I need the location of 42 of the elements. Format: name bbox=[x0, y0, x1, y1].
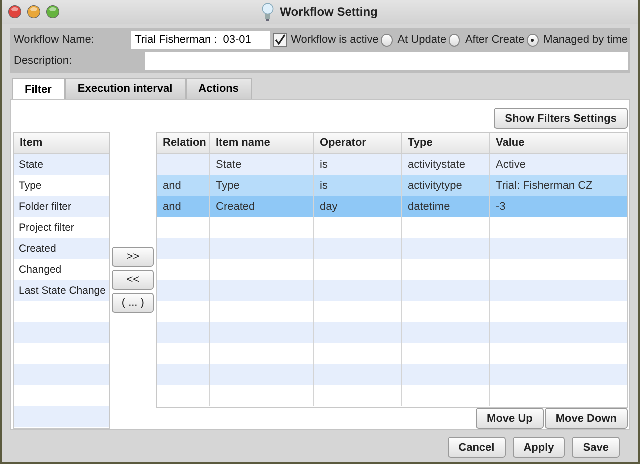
dialog-button[interactable]: Cancel bbox=[448, 437, 506, 458]
dialog-button[interactable]: Apply bbox=[512, 437, 566, 458]
workflow-name-label: Workflow Name: bbox=[14, 34, 96, 46]
window-title: Workflow Setting bbox=[280, 5, 378, 19]
column-header: Relation bbox=[157, 133, 210, 154]
active-label: Workflow is active bbox=[291, 34, 379, 46]
column-header: Item name bbox=[210, 133, 314, 154]
mode-label: After Create bbox=[465, 34, 525, 46]
transfer-button[interactable]: << bbox=[112, 270, 154, 290]
table-cell-text: Active bbox=[495, 158, 527, 172]
table-cell-text: Trial: Fisherman CZ bbox=[495, 178, 594, 194]
mode-label: Managed by time bbox=[544, 34, 628, 46]
move-button[interactable]: Move Down bbox=[544, 408, 628, 429]
tab[interactable]: Filter bbox=[12, 78, 65, 100]
list-item[interactable]: Created bbox=[14, 238, 110, 259]
transfer-button[interactable]: >> bbox=[112, 247, 154, 267]
transfer-button[interactable]: ( ... ) bbox=[112, 293, 154, 313]
table-cell-text: -3 bbox=[495, 200, 507, 214]
column-header: Value bbox=[490, 133, 627, 154]
column-header: Type bbox=[402, 133, 490, 154]
tab[interactable]: Execution interval bbox=[64, 78, 186, 99]
zoom-icon[interactable] bbox=[46, 5, 60, 19]
mode-radio[interactable] bbox=[448, 34, 460, 46]
list-item[interactable]: Folder filter bbox=[14, 196, 110, 217]
column-header: Item bbox=[14, 133, 110, 154]
dialog-button[interactable]: Save bbox=[572, 437, 620, 458]
description-field[interactable] bbox=[145, 52, 628, 70]
list-item[interactable]: State bbox=[14, 154, 110, 175]
column-header: Operator bbox=[314, 133, 402, 154]
workflow-name-field[interactable]: Trial Fisherman : 03-01 bbox=[131, 31, 270, 49]
mode-radio[interactable] bbox=[380, 34, 393, 46]
close-icon[interactable] bbox=[8, 5, 22, 19]
list-item[interactable]: Last State Change bbox=[14, 280, 110, 301]
light-bulb-icon bbox=[262, 3, 274, 21]
mode-radio[interactable] bbox=[526, 34, 539, 46]
active-checkbox[interactable] bbox=[273, 33, 288, 47]
description-label: Description: bbox=[14, 55, 74, 67]
mode-label: At Update bbox=[398, 34, 447, 46]
show-filters-button[interactable]: Show Filters Settings bbox=[494, 108, 628, 129]
minimize-icon[interactable] bbox=[27, 5, 41, 19]
move-button[interactable]: Move Up bbox=[476, 408, 544, 429]
tab[interactable]: Actions bbox=[186, 78, 252, 99]
